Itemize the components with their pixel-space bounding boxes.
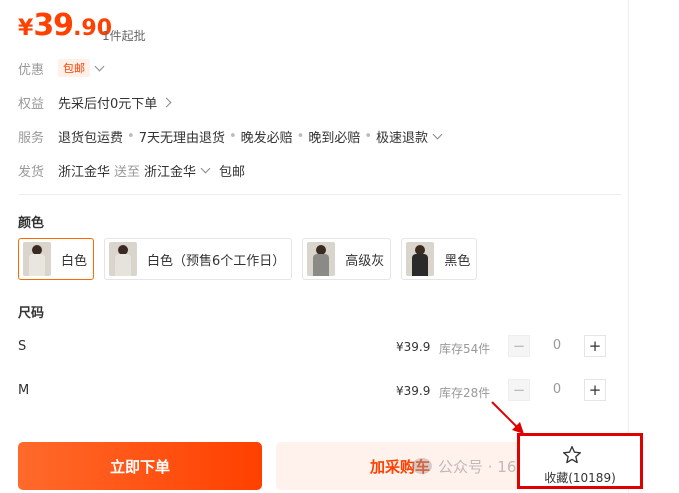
rights-label: 权益 <box>18 96 45 112</box>
section-divider <box>18 194 622 195</box>
quantity-input[interactable]: 0 <box>530 335 584 357</box>
color-option-label: 白色 <box>61 253 88 269</box>
product-thumbnail <box>109 242 138 276</box>
separator-dot: • <box>127 128 135 144</box>
service-label: 服务 <box>18 130 45 146</box>
product-thumbnail <box>307 242 336 276</box>
color-option[interactable]: 高级灰 <box>302 238 392 280</box>
product-thumbnail <box>406 242 435 276</box>
color-option-label: 白色（预售6个工作日） <box>147 253 286 269</box>
service-item: 退货包运费 <box>58 130 124 146</box>
ship-from: 浙江金华 <box>58 164 111 180</box>
product-thumbnail <box>23 242 51 276</box>
rights-row[interactable]: 权益 先采后付0元下单 <box>18 90 176 114</box>
separator-dot: • <box>296 128 305 144</box>
sku-size: M <box>18 383 30 398</box>
shipping-free: 包邮 <box>219 164 246 180</box>
annotation-arrow <box>491 401 524 434</box>
sku-stock: 库存54件 <box>439 342 491 356</box>
color-option[interactable]: 黑色 <box>401 238 478 280</box>
color-section-title: 颜色 <box>18 216 45 231</box>
shipping-label: 发货 <box>18 164 45 180</box>
color-option-label: 黑色 <box>444 253 471 269</box>
sku-stock: 库存28件 <box>439 386 491 400</box>
chevron-right-icon[interactable] <box>161 97 172 107</box>
unit-price: ¥39.90 <box>18 8 113 43</box>
buy-now-button[interactable]: 立即下单 <box>18 442 262 490</box>
service-row[interactable]: 服务 退货包运费 • 7天无理由退货 • 晚发必赔 • 晚到必赔 • 极速退款 <box>18 124 447 148</box>
sku-price: ¥39.9 <box>396 340 431 354</box>
service-item: 7天无理由退货 <box>138 130 225 146</box>
chevron-down-icon[interactable] <box>94 61 105 71</box>
ship-to-word: 送至 <box>114 164 141 180</box>
separator-dot: • <box>228 128 237 144</box>
color-option[interactable]: 白色（预售6个工作日） <box>104 238 293 280</box>
chevron-down-icon[interactable] <box>200 163 211 173</box>
star-icon <box>563 446 581 464</box>
sku-row: S ¥39.9 库存54件 − 0 + <box>18 335 606 359</box>
increment-button[interactable]: + <box>584 335 606 357</box>
min-order-text: 1件起批 <box>102 29 146 43</box>
wechat-icon <box>412 458 432 474</box>
service-item: 极速退款 <box>376 130 429 146</box>
increment-button[interactable]: + <box>584 379 606 401</box>
decrement-button[interactable]: − <box>508 335 530 357</box>
service-item: 晚到必赔 <box>308 130 361 146</box>
quantity-input[interactable]: 0 <box>530 379 584 401</box>
separator-dot: • <box>364 128 373 144</box>
sku-size: S <box>18 339 27 354</box>
favorite-count: 收藏(10189) <box>544 471 616 485</box>
service-item: 晚发必赔 <box>240 130 293 146</box>
size-section-title: 尺码 <box>18 306 45 321</box>
sku-price: ¥39.9 <box>396 384 431 398</box>
color-options: 白色 白色（预售6个工作日） 高级灰 黑色 <box>18 238 478 280</box>
promo-row[interactable]: 优惠 包邮 <box>18 56 109 80</box>
shipping-row: 发货 浙江金华 送至 浙江金华 包邮 <box>18 158 245 182</box>
right-divider <box>628 0 629 493</box>
free-shipping-badge: 包邮 <box>58 59 90 77</box>
color-option[interactable]: 白色 <box>18 238 95 280</box>
promo-label: 优惠 <box>18 62 45 78</box>
favorite-button[interactable]: 收藏(10189) <box>517 433 643 489</box>
color-option-label: 高级灰 <box>345 253 385 269</box>
chevron-down-icon[interactable] <box>432 129 443 139</box>
ship-to-select[interactable]: 浙江金华 <box>144 161 196 180</box>
rights-text: 先采后付0元下单 <box>58 96 158 112</box>
